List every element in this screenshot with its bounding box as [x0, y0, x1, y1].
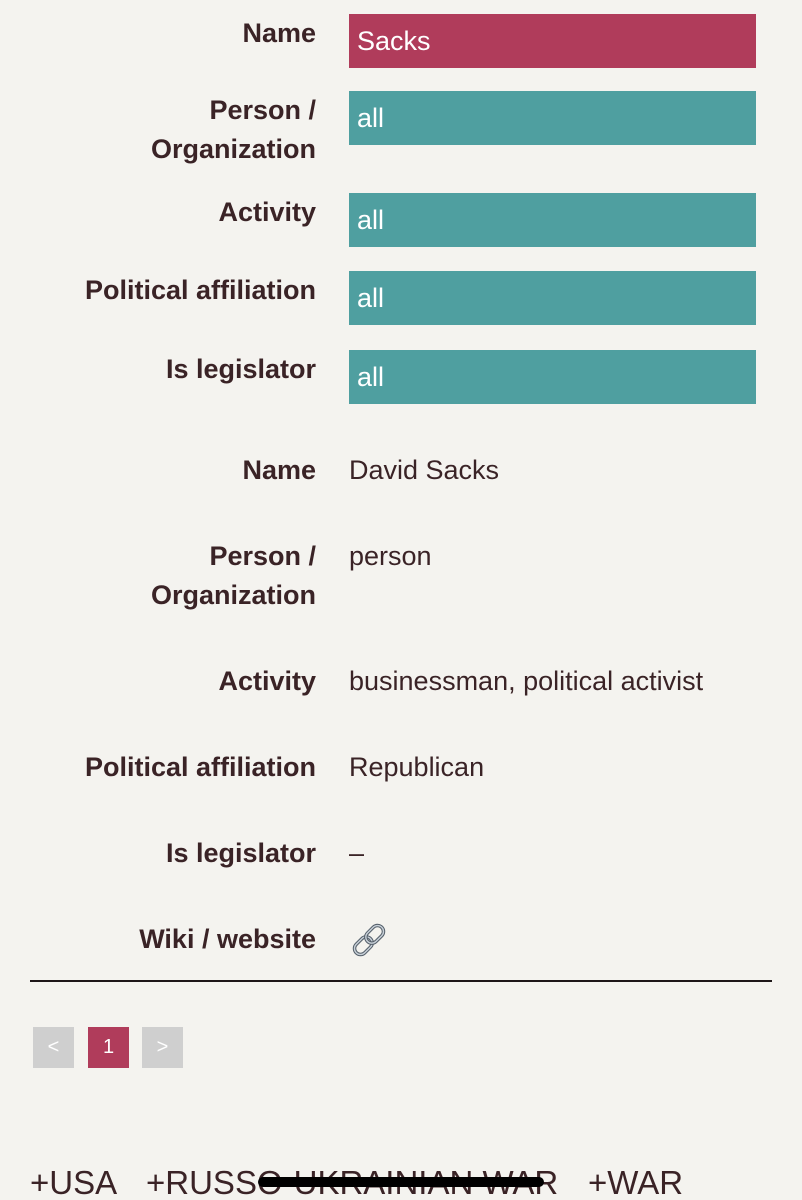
filter-legislator-label: Is legislator [165, 354, 316, 384]
pagination-prev-button[interactable]: < [33, 1027, 74, 1068]
page: Name Sacks Person / Organization all Act… [0, 0, 802, 1200]
results-divider [30, 980, 772, 982]
pagination-next-button[interactable]: > [142, 1027, 183, 1068]
record-activity-label: Activity [218, 666, 316, 696]
filter-political-label: Political affiliation [84, 275, 316, 305]
link-icon[interactable] [349, 920, 389, 960]
record-person-org-label-line2: Organization [150, 580, 316, 610]
filter-political-select[interactable]: all [349, 271, 756, 325]
tag-usa[interactable]: +USA [30, 1163, 117, 1200]
filter-person-org-select[interactable]: all [349, 91, 756, 145]
filter-person-org-label-line2: Organization [150, 134, 316, 164]
tag-war[interactable]: +WAR [588, 1163, 683, 1200]
filter-activity-label: Activity [218, 197, 316, 227]
record-person-org-label: Person / Organization [16, 537, 316, 615]
filter-name-label: Name [242, 18, 316, 48]
record-wiki-value [349, 920, 789, 971]
filter-name-input[interactable]: Sacks [349, 14, 756, 68]
record-activity-value: businessman, political activist [349, 666, 704, 696]
record-legislator-label: Is legislator [165, 838, 316, 868]
home-indicator [258, 1177, 544, 1187]
record-person-org-value: person [349, 541, 432, 571]
filter-activity-select[interactable]: all [349, 193, 756, 247]
record-political-label: Political affiliation [84, 752, 316, 782]
record-political-value: Republican [349, 752, 485, 782]
filter-person-org-label-line1: Person / [209, 95, 316, 125]
filter-person-org-label: Person / Organization [16, 91, 316, 169]
record-wiki-label: Wiki / website [139, 924, 316, 954]
record-name-value: David Sacks [349, 455, 500, 485]
record-legislator-value: – [349, 838, 365, 868]
filter-legislator-select[interactable]: all [349, 350, 756, 404]
record-name-label: Name [242, 455, 316, 485]
record-person-org-label-line1: Person / [209, 541, 316, 571]
pagination-page-1-button[interactable]: 1 [88, 1027, 129, 1068]
